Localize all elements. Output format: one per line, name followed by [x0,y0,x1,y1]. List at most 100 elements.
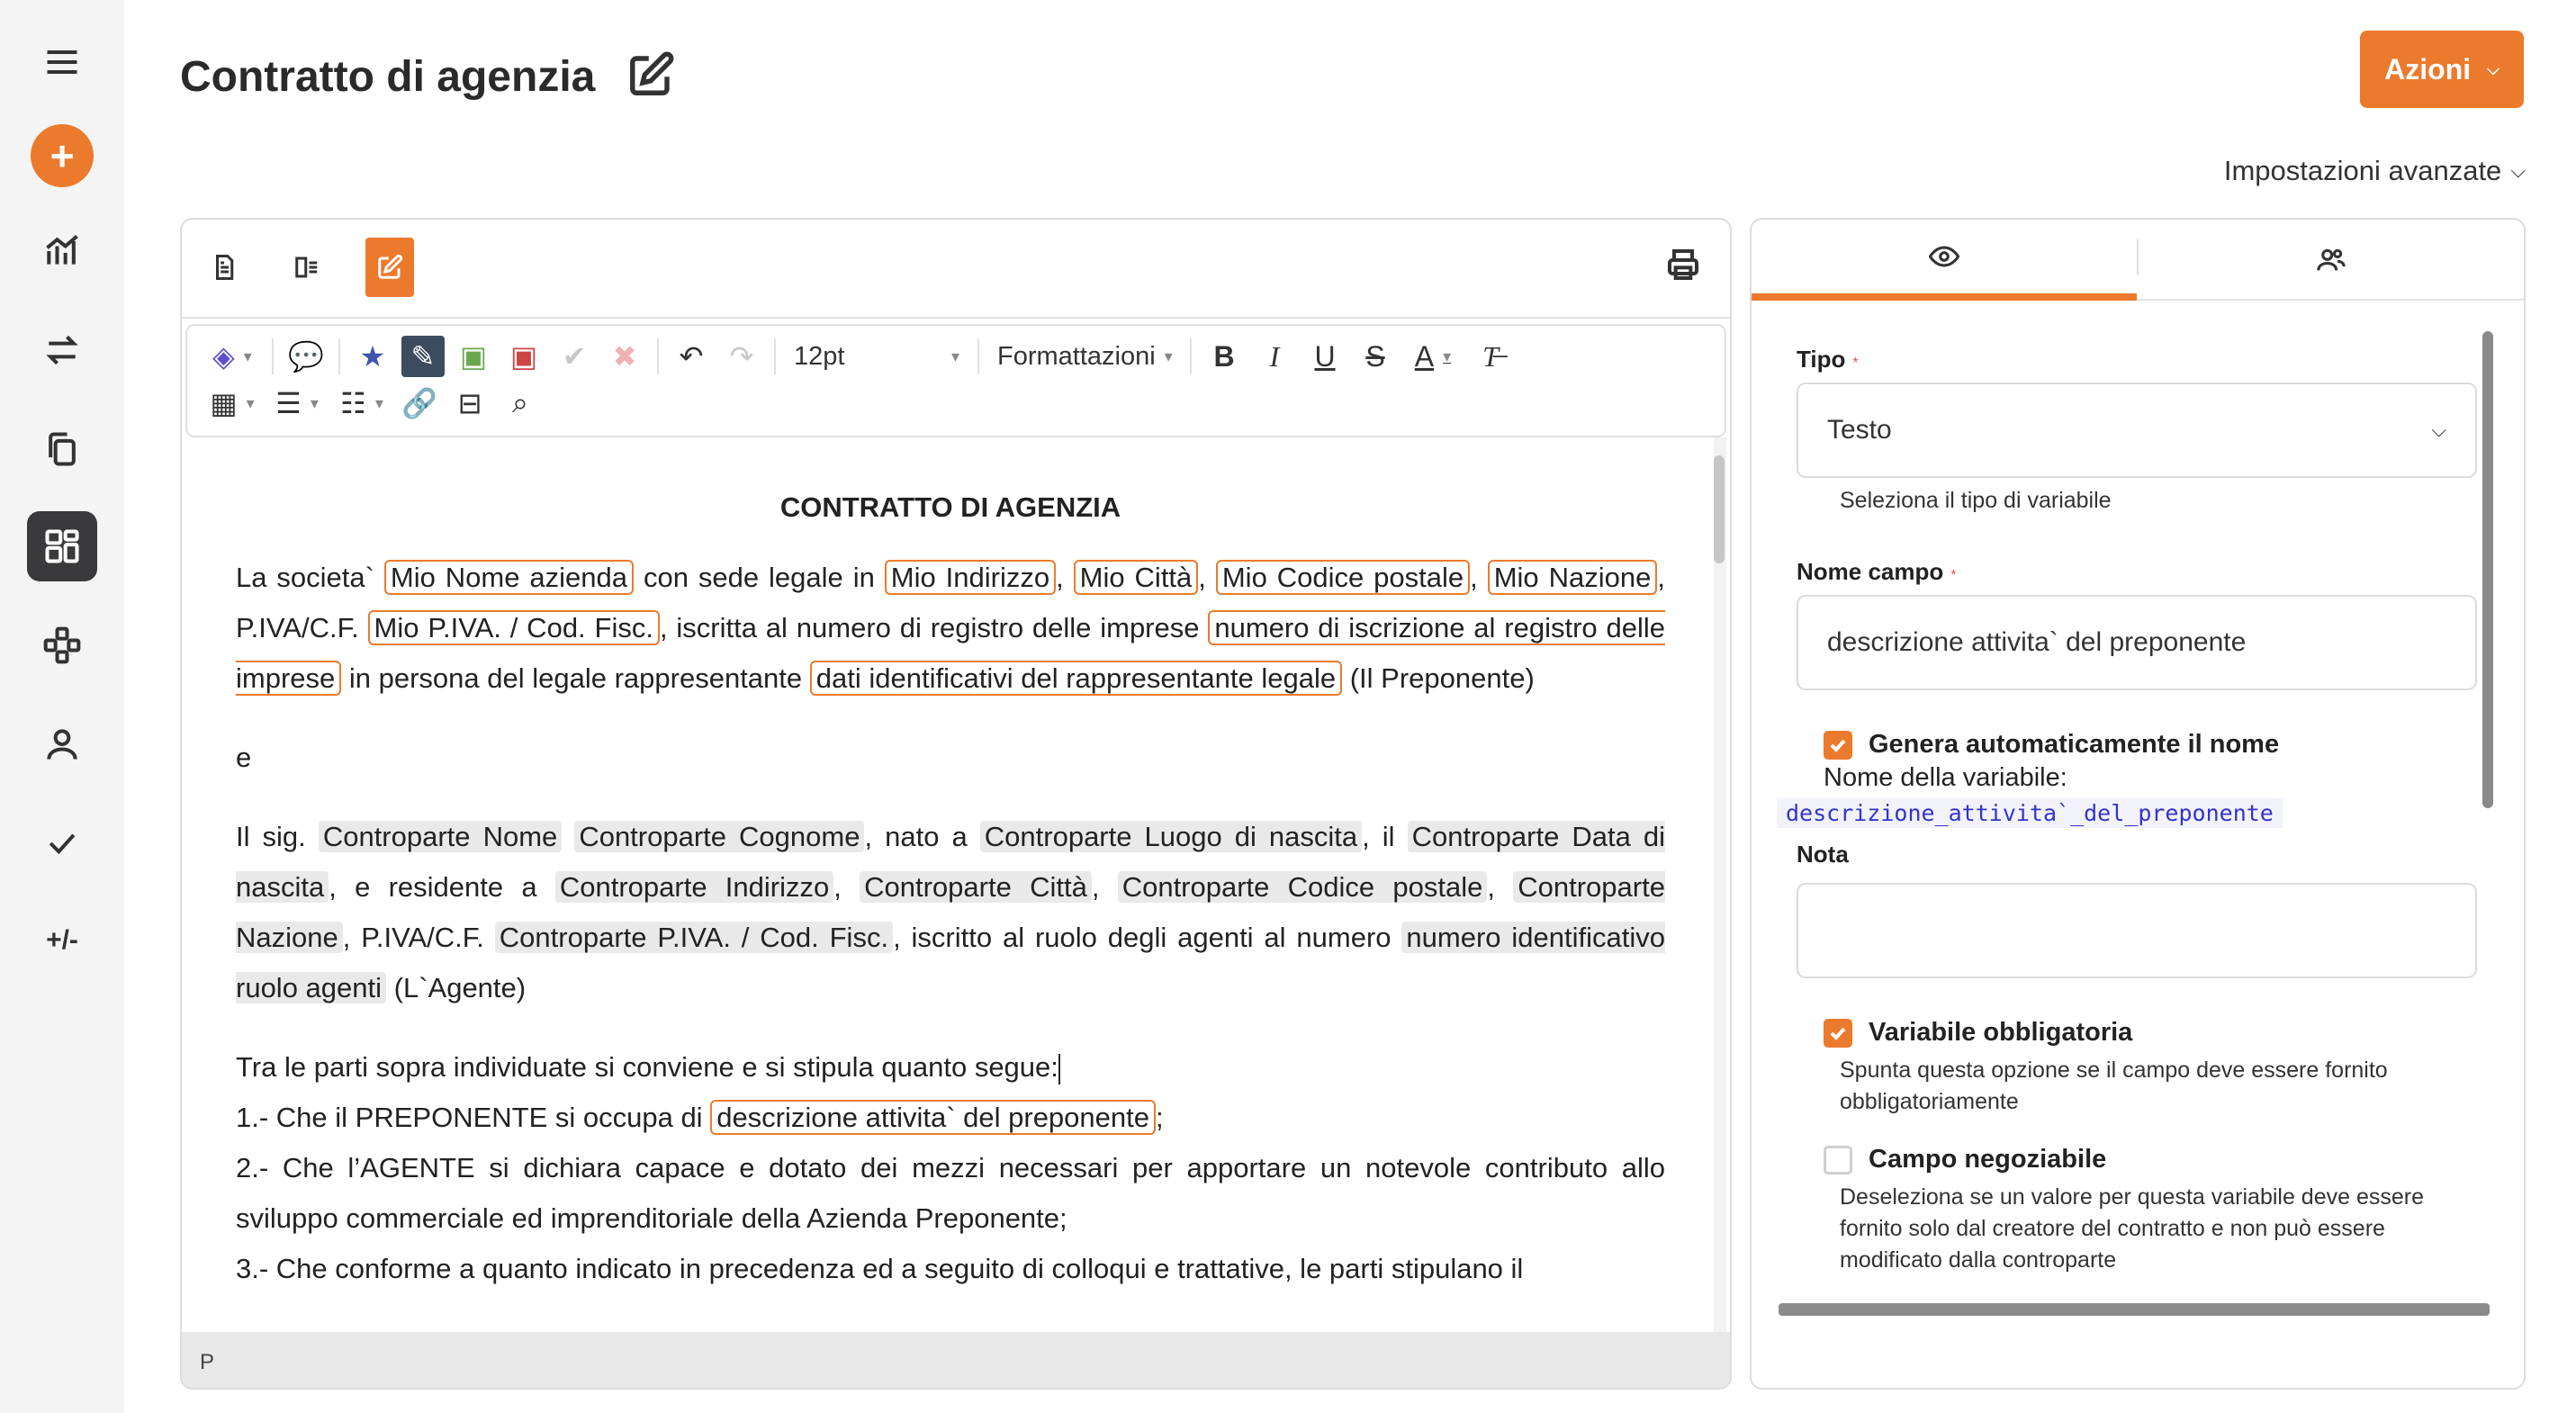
variable-counterpart[interactable]: Controparte Cognome [574,821,865,852]
page-break-icon[interactable]: ⊟ [448,382,491,424]
accept-all-icon[interactable]: ▣ [452,336,495,377]
negotiable-checkbox[interactable] [1824,1145,1852,1174]
text: , iscritta al numero di registro delle i… [659,612,1200,644]
diff-icon[interactable]: +/- [27,905,97,976]
text-color-icon[interactable]: A ▾ [1404,336,1462,377]
editor-scrollbar-track[interactable] [1714,437,1726,1355]
user-icon[interactable] [27,709,97,779]
negotiable-help-text: Deseleziona se un valore per questa vari… [1840,1184,2424,1273]
document-body[interactable]: CONTRATTO DI AGENZIA La societa` Mio Nom… [236,472,1665,1372]
advanced-settings-toggle[interactable]: Impostazioni avanzate ⌵ [2224,155,2526,187]
variable-own[interactable]: Mio P.IVA. / Cod. Fisc. [367,610,660,645]
strikethrough-icon[interactable]: S [1354,336,1397,377]
add-icon[interactable]: + [31,124,94,187]
variable-insert-icon[interactable]: ◈ ▾ [203,336,261,377]
variable-form: Tipo * Testo ⌵ Seleziona il tipo di varia… [1777,346,2482,1276]
text-cursor [1058,1053,1060,1084]
tab-participants[interactable] [2139,220,2524,301]
preview-mode-icon[interactable] [200,238,248,297]
toolbar-divider [338,338,340,374]
field-name-value: descrizione attivita` del preponente [1827,627,2247,657]
find-replace-icon[interactable]: ⌕ [499,382,542,424]
clear-formatting-icon[interactable]: T̶ [1469,336,1512,377]
variable-own[interactable]: Mio Nazione [1487,560,1658,595]
menu-icon[interactable] [27,27,97,97]
variable-own[interactable]: Mio Indirizzo [884,560,1057,595]
accept-change-icon[interactable]: ✔ [553,336,596,377]
variable-own[interactable]: dati identificativi del rappresentante l… [809,661,1343,696]
required-help-text: Spunta questa opzione se il campo deve e… [1840,1058,2388,1114]
text: 1.- Che il PREPONENTE si occupa di [236,1102,703,1133]
paragraph-preponente: La societa` Mio Nome azienda con sede le… [236,553,1665,704]
edit-mode-icon[interactable] [365,238,414,297]
editor-scrollbar-thumb[interactable] [1714,455,1725,563]
analytics-icon[interactable] [27,216,97,286]
panel-horizontal-scrollbar[interactable] [1779,1303,2490,1316]
print-icon[interactable] [1665,247,1707,288]
variable-counterpart[interactable]: Controparte P.IVA. / Cod. Fisc. [494,922,894,953]
editor-panel: ◈ ▾ 💬 ★ ✎ ▣ ▣ ✔ ✖ ↶ ↷ 12pt ▾ Formattazioni… [180,218,1732,1390]
bullet-list-icon[interactable]: ☰ ▾ [268,382,326,424]
field-name-input[interactable]: descrizione attivita` del preponente [1797,595,2477,690]
reject-change-icon[interactable]: ✖ [603,336,646,377]
variable-own[interactable]: descrizione attivita` del preponente [710,1100,1156,1135]
transfer-icon[interactable] [27,315,97,385]
text: Il sig. [236,821,306,852]
edit-title-icon[interactable] [626,50,675,99]
text: , [1091,871,1100,903]
text: , [833,871,842,903]
toolbar-divider [272,338,274,374]
variable-own[interactable]: Mio Codice postale [1215,560,1471,595]
panel-scrollbar-thumb[interactable] [2482,331,2493,808]
track-changes-icon[interactable]: ★ [351,336,394,377]
type-label: Tipo [1797,346,1846,373]
numbered-list-icon[interactable]: ☷ ▾ [333,382,391,424]
variable-own[interactable]: Mio Città [1073,560,1199,595]
check-icon [1830,1027,1846,1040]
chevron-down-icon: ⌵ [2510,159,2526,182]
required-checkbox[interactable] [1824,1018,1852,1048]
actions-button[interactable]: Azioni ⌵ [2360,31,2524,108]
font-size-select[interactable]: 12pt ▾ [787,336,967,377]
variable-counterpart[interactable]: Controparte Codice postale [1117,871,1488,903]
variable-counterpart[interactable]: Controparte Nome [318,821,563,852]
tab-properties[interactable] [1752,220,2137,301]
table-icon[interactable]: ▦ ▾ [203,382,261,424]
documents-icon[interactable] [27,414,97,484]
left-nav-rail: + +/- [0,0,124,1413]
comments-icon[interactable]: 💬 [284,336,328,377]
autoname-checkbox[interactable] [1824,730,1852,760]
dashboard-icon[interactable] [27,511,97,581]
type-select[interactable]: Testo ⌵ [1797,382,2477,478]
type-label-row: Tipo * [1797,346,2482,374]
formats-select[interactable]: Formattazioni ▾ [990,336,1179,377]
advanced-settings-label: Impostazioni avanzate [2223,155,2502,186]
text: , nato a [864,821,968,852]
link-icon[interactable]: 🔗 [398,382,441,424]
paragraph-premise: Tra le parti sopra individuate si convie… [236,1042,1665,1093]
undo-icon[interactable]: ↶ [670,336,713,377]
type-select-value: Testo [1827,415,1892,445]
variable-counterpart[interactable]: Controparte Luogo di nascita [979,821,1363,852]
bold-icon[interactable]: B [1202,336,1246,377]
variable-own[interactable]: Mio Nome azienda [383,560,635,595]
toolbar-row-2: ▦ ▾ ☰ ▾ ☷ ▾ 🔗 ⊟ ⌕ [203,382,542,425]
eye-icon [1929,246,1959,267]
check-icon[interactable] [27,808,97,878]
variable-counterpart[interactable]: Controparte Città [860,871,1092,903]
compare-mode-icon[interactable] [283,238,331,297]
redo-icon[interactable]: ↷ [720,336,763,377]
workflow-icon[interactable] [27,610,97,680]
show-changes-icon[interactable]: ✎ [401,336,445,377]
side-tabs [1752,220,2524,301]
note-input[interactable] [1797,883,2477,978]
text: , e residente a [329,871,537,903]
paragraph-clause-3: 3.- Che conforme a quanto indicato in pr… [236,1253,1524,1284]
underline-icon[interactable]: U [1303,336,1347,377]
reject-all-icon[interactable]: ▣ [502,336,545,377]
variable-counterpart[interactable]: Controparte Indirizzo [554,871,834,903]
text: , [1470,562,1478,593]
italic-icon[interactable]: I [1253,336,1296,377]
autoname-row: Genera automaticamente il nome [1797,730,2482,760]
note-label: Nota [1797,841,1849,868]
